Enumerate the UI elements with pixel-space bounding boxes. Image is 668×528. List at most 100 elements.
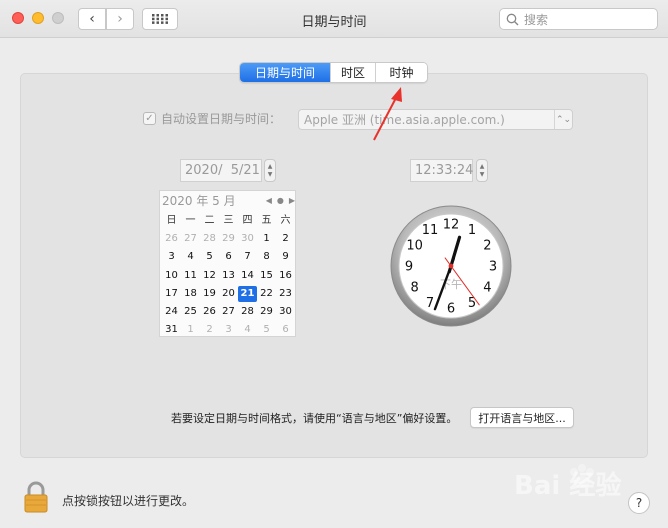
clock-numeral: 6 (447, 302, 455, 317)
calendar-day[interactable]: 6 (276, 322, 295, 338)
search-placeholder: 搜索 (524, 12, 549, 27)
auto-set-checkbox[interactable]: ✓ (143, 112, 156, 125)
time-field-value: 12:33:24 (415, 163, 474, 178)
calendar-day[interactable]: 24 (162, 304, 181, 320)
checkmark-icon: ✓ (145, 113, 154, 124)
prev-month-icon[interactable]: ◀ (266, 196, 272, 205)
format-hint-text: 若要设定日期与时间格式，请使用“语言与地区”偏好设置。 (171, 412, 458, 425)
title-bar: ‹ › 日期与时间 搜索 (0, 0, 668, 38)
analog-clock: 12 1234567891011下午 (390, 205, 512, 327)
calendar-day[interactable]: 1 (181, 322, 200, 338)
tab-bar: 日期与时间 时区 时钟 (239, 62, 428, 83)
calendar-day[interactable]: 30 (238, 231, 257, 247)
time-server-select[interactable]: Apple 亚洲 (time.asia.apple.com.) ⌃⌄ (298, 109, 573, 130)
calendar-day[interactable]: 4 (238, 322, 257, 338)
chevron-updown-icon: ⌃⌄ (554, 110, 572, 129)
stepper-up-icon: ▲ (479, 162, 485, 170)
today-dot-icon[interactable]: ● (277, 196, 284, 205)
calendar-day[interactable]: 5 (257, 322, 276, 338)
calendar-day[interactable]: 11 (181, 268, 200, 284)
calendar-day[interactable]: 7 (238, 249, 257, 265)
tab-date-time[interactable]: 日期与时间 (240, 63, 330, 82)
preferences-window: ‹ › 日期与时间 搜索 日期与时间 时区 时钟 ✓ 自动设置日期与时间： Ap… (0, 0, 668, 528)
clock-numeral: 9 (405, 260, 413, 275)
watermark-text: Bai 经验 (514, 470, 621, 501)
calendar-day[interactable]: 18 (181, 286, 200, 302)
auto-set-label: 自动设置日期与时间： (161, 112, 282, 126)
clock-numeral: 11 (422, 223, 439, 238)
clock-numeral: 12 (443, 218, 460, 233)
calendar-day[interactable]: 2 (276, 231, 295, 247)
next-month-icon[interactable]: ▶ (289, 196, 295, 205)
calendar-grid: 日一二三四五六 26 27 28 29 30 1 2 3 4 5 6 7 8 9 10 11 12 13 14 15 16… (162, 212, 295, 339)
date-field[interactable]: 2020/ 5/21 (180, 159, 262, 182)
calendar-day[interactable]: 3 (219, 322, 238, 338)
time-stepper[interactable]: ▲ ▼ (476, 159, 488, 182)
calendar: 2020 年 5 月 ◀ ● ▶ 日一二三四五六 26 27 28 29 30 1 2 3 4 5 6… (159, 190, 296, 337)
calendar-day[interactable]: 6 (219, 249, 238, 265)
calendar-day[interactable]: 27 (181, 231, 200, 247)
calendar-day[interactable]: 13 (219, 268, 238, 284)
calendar-day[interactable]: 8 (257, 249, 276, 265)
annotation-arrow (373, 87, 402, 141)
calendar-day[interactable]: 27 (219, 304, 238, 320)
lock-icon[interactable] (24, 481, 48, 513)
clock-numeral: 1 (468, 223, 476, 238)
calendar-day[interactable]: 25 (181, 304, 200, 320)
calendar-day[interactable]: 28 (238, 304, 257, 320)
calendar-day[interactable]: 30 (276, 304, 295, 320)
calendar-day[interactable]: 26 (162, 231, 181, 247)
calendar-day-selected[interactable]: 21 (238, 285, 257, 302)
calendar-nav: ◀ ● ▶ (266, 196, 295, 205)
calendar-day[interactable]: 17 (162, 286, 181, 302)
open-language-region-button[interactable]: 打开语言与地区... (470, 407, 574, 428)
calendar-day[interactable]: 10 (162, 268, 181, 284)
clock-numeral: 3 (489, 260, 497, 275)
date-stepper[interactable]: ▲ ▼ (264, 159, 276, 182)
weekday-header: 五 (261, 215, 272, 227)
calendar-day[interactable]: 15 (257, 268, 276, 284)
calendar-day[interactable]: 28 (200, 231, 219, 247)
stepper-up-icon: ▲ (267, 162, 273, 170)
calendar-day[interactable]: 26 (200, 304, 219, 320)
time-field[interactable]: 12:33:24 (410, 159, 473, 182)
stepper-down-icon: ▼ (479, 170, 485, 178)
calendar-day[interactable]: 23 (276, 286, 295, 302)
weekday-header: 三 (223, 215, 234, 227)
calendar-day[interactable]: 12 (200, 268, 219, 284)
calendar-day[interactable]: 19 (200, 286, 219, 302)
calendar-month-label: 2020 年 5 月 (162, 194, 236, 208)
clock-numeral: 10 (406, 239, 423, 254)
auto-set-row: ✓ 自动设置日期与时间： (143, 110, 281, 127)
settings-pane (20, 73, 648, 458)
calendar-day[interactable]: 29 (257, 304, 276, 320)
search-field[interactable]: 搜索 (499, 8, 658, 30)
calendar-day[interactable]: 20 (219, 286, 238, 302)
baidu-watermark: Bai 经验 (514, 464, 621, 501)
calendar-day[interactable]: 29 (219, 231, 238, 247)
weekday-header: 二 (204, 215, 215, 227)
calendar-day[interactable]: 5 (200, 249, 219, 265)
calendar-day[interactable]: 14 (238, 268, 257, 284)
clock-numeral: 7 (426, 296, 434, 311)
calendar-day[interactable]: 2 (200, 322, 219, 338)
calendar-day[interactable]: 22 (257, 286, 276, 302)
calendar-day[interactable]: 3 (162, 249, 181, 265)
tab-time-zone[interactable]: 时区 (330, 63, 375, 82)
tab-clock[interactable]: 时钟 (375, 63, 427, 82)
calendar-day[interactable]: 16 (276, 268, 295, 284)
calendar-day[interactable]: 31 (162, 322, 181, 338)
calendar-day[interactable]: 9 (276, 249, 295, 265)
calendar-day[interactable]: 1 (257, 231, 276, 247)
lock-hint-text: 点按锁按钮以进行更改。 (62, 494, 195, 508)
date-field-value: 2020/ 5/21 (185, 163, 260, 178)
weekday-header: 一 (185, 215, 196, 227)
stepper-down-icon: ▼ (267, 170, 273, 178)
search-icon (506, 13, 519, 25)
weekday-header: 四 (242, 215, 253, 227)
clock-numeral: 4 (483, 281, 491, 296)
calendar-day[interactable]: 4 (181, 249, 200, 265)
weekday-header: 日 (166, 215, 177, 227)
clock-numeral: 2 (483, 239, 491, 254)
weekday-header: 六 (280, 215, 291, 227)
